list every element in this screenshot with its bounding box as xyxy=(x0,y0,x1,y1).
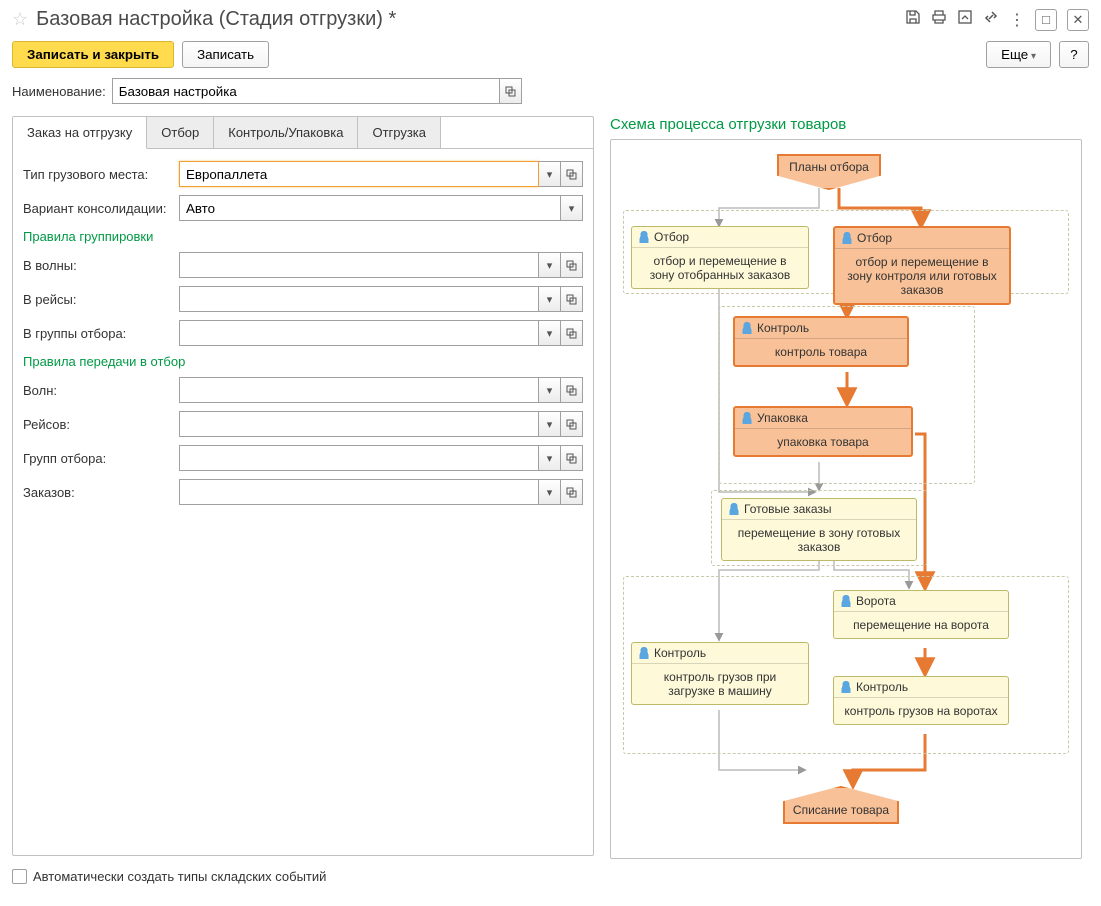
person-icon xyxy=(638,647,650,659)
node-picking-left-body: отбор и перемещение в зону отобранных за… xyxy=(632,248,808,288)
pass-rules-header: Правила передачи в отбор xyxy=(23,354,583,369)
node-control-body: контроль товара xyxy=(735,339,907,365)
node-control-loading: Контроль контроль грузов при загрузке в … xyxy=(631,642,809,705)
person-icon xyxy=(741,322,753,334)
node-start-label: Планы отбора xyxy=(789,160,869,174)
cargo-type-label: Тип грузового места: xyxy=(23,167,173,182)
name-label: Наименование: xyxy=(12,84,106,99)
tab-control-packing[interactable]: Контроль/Упаковка xyxy=(214,117,358,148)
in-pick-groups-input[interactable] xyxy=(179,320,539,346)
in-waves-label: В волны: xyxy=(23,258,173,273)
orders-input[interactable] xyxy=(179,479,539,505)
cargo-type-open-icon[interactable] xyxy=(561,161,583,187)
tab-order[interactable]: Заказ на отгрузку xyxy=(13,117,147,149)
person-icon xyxy=(841,232,853,244)
auto-create-checkbox[interactable] xyxy=(12,869,27,884)
close-icon[interactable]: ✕ xyxy=(1067,9,1089,31)
in-waves-open-icon[interactable] xyxy=(561,252,583,278)
kebab-menu-icon[interactable]: ⋮ xyxy=(1009,10,1025,30)
in-pick-groups-open-icon[interactable] xyxy=(561,320,583,346)
node-packing-body: упаковка товара xyxy=(735,429,911,455)
orders-dropdown-icon[interactable]: ▾ xyxy=(539,479,561,505)
node-control-gates: Контроль контроль грузов на воротах xyxy=(833,676,1009,725)
in-trips-open-icon[interactable] xyxy=(561,286,583,312)
node-picking-right: Отбор отбор и перемещение в зону контрол… xyxy=(833,226,1011,305)
open-name-icon[interactable] xyxy=(500,78,522,104)
report-icon[interactable] xyxy=(957,9,973,30)
auto-create-label: Автоматически создать типы складских соб… xyxy=(33,869,326,884)
in-pick-groups-label: В группы отбора: xyxy=(23,326,173,341)
node-ready-orders: Готовые заказы перемещение в зону готовы… xyxy=(721,498,917,561)
tab-picking[interactable]: Отбор xyxy=(147,117,214,148)
person-icon xyxy=(638,231,650,243)
name-input[interactable] xyxy=(112,78,500,104)
pick-groups-open-icon[interactable] xyxy=(561,445,583,471)
save-icon[interactable] xyxy=(905,9,921,30)
waves-label: Волн: xyxy=(23,383,173,398)
process-diagram: Планы отбора Отбор отбор и перемещение в… xyxy=(619,150,1073,848)
grouping-rules-header: Правила группировки xyxy=(23,229,583,244)
person-icon xyxy=(840,681,852,693)
orders-label: Заказов: xyxy=(23,485,173,500)
link-icon[interactable] xyxy=(983,9,999,30)
node-control-gates-body: контроль грузов на воротах xyxy=(834,698,1008,724)
person-icon xyxy=(840,595,852,607)
node-control-loading-title: Контроль xyxy=(654,646,706,660)
in-trips-input[interactable] xyxy=(179,286,539,312)
tab-shipment[interactable]: Отгрузка xyxy=(358,117,441,148)
trips-dropdown-icon[interactable]: ▾ xyxy=(539,411,561,437)
node-picking-right-body: отбор и перемещение в зону контроля или … xyxy=(835,249,1009,303)
pick-groups-input[interactable] xyxy=(179,445,539,471)
page-title: Базовая настройка (Стадия отгрузки) * xyxy=(36,8,897,31)
node-ready-title: Готовые заказы xyxy=(744,502,832,516)
in-trips-label: В рейсы: xyxy=(23,292,173,307)
pick-groups-label: Групп отбора: xyxy=(23,451,173,466)
node-gates-body: перемещение на ворота xyxy=(834,612,1008,638)
trips-open-icon[interactable] xyxy=(561,411,583,437)
node-control-loading-body: контроль грузов при загрузке в машину xyxy=(632,664,808,704)
node-packing: Упаковка упаковка товара xyxy=(733,406,913,457)
pick-groups-dropdown-icon[interactable]: ▾ xyxy=(539,445,561,471)
trips-label: Рейсов: xyxy=(23,417,173,432)
node-end-label: Списание товара xyxy=(793,803,889,817)
node-control: Контроль контроль товара xyxy=(733,316,909,367)
favorite-star-icon[interactable]: ☆ xyxy=(12,9,28,30)
in-trips-dropdown-icon[interactable]: ▾ xyxy=(539,286,561,312)
node-ready-body: перемещение в зону готовых заказов xyxy=(722,520,916,560)
node-picking-left-title: Отбор xyxy=(654,230,689,244)
maximize-icon[interactable]: □ xyxy=(1035,9,1057,31)
node-packing-title: Упаковка xyxy=(757,411,808,425)
waves-input[interactable] xyxy=(179,377,539,403)
node-picking-left: Отбор отбор и перемещение в зону отобран… xyxy=(631,226,809,289)
more-button[interactable]: Еще xyxy=(986,41,1051,68)
help-button[interactable]: ? xyxy=(1059,41,1089,68)
diagram-title: Схема процесса отгрузки товаров xyxy=(610,116,1082,133)
in-waves-input[interactable] xyxy=(179,252,539,278)
in-pick-groups-dropdown-icon[interactable]: ▾ xyxy=(539,320,561,346)
waves-dropdown-icon[interactable]: ▾ xyxy=(539,377,561,403)
node-control-title: Контроль xyxy=(757,321,809,335)
consolidation-label: Вариант консолидации: xyxy=(23,201,173,216)
in-waves-dropdown-icon[interactable]: ▾ xyxy=(539,252,561,278)
node-picking-right-title: Отбор xyxy=(857,231,892,245)
orders-open-icon[interactable] xyxy=(561,479,583,505)
save-button[interactable]: Записать xyxy=(182,41,269,68)
save-and-close-button[interactable]: Записать и закрыть xyxy=(12,41,174,68)
node-control-gates-title: Контроль xyxy=(856,680,908,694)
person-icon xyxy=(741,412,753,424)
consolidation-input[interactable] xyxy=(179,195,561,221)
print-icon[interactable] xyxy=(931,9,947,30)
cargo-type-input[interactable] xyxy=(179,161,539,187)
consolidation-dropdown-icon[interactable]: ▾ xyxy=(561,195,583,221)
waves-open-icon[interactable] xyxy=(561,377,583,403)
cargo-type-dropdown-icon[interactable]: ▾ xyxy=(539,161,561,187)
trips-input[interactable] xyxy=(179,411,539,437)
node-gates: Ворота перемещение на ворота xyxy=(833,590,1009,639)
node-gates-title: Ворота xyxy=(856,594,896,608)
person-icon xyxy=(728,503,740,515)
